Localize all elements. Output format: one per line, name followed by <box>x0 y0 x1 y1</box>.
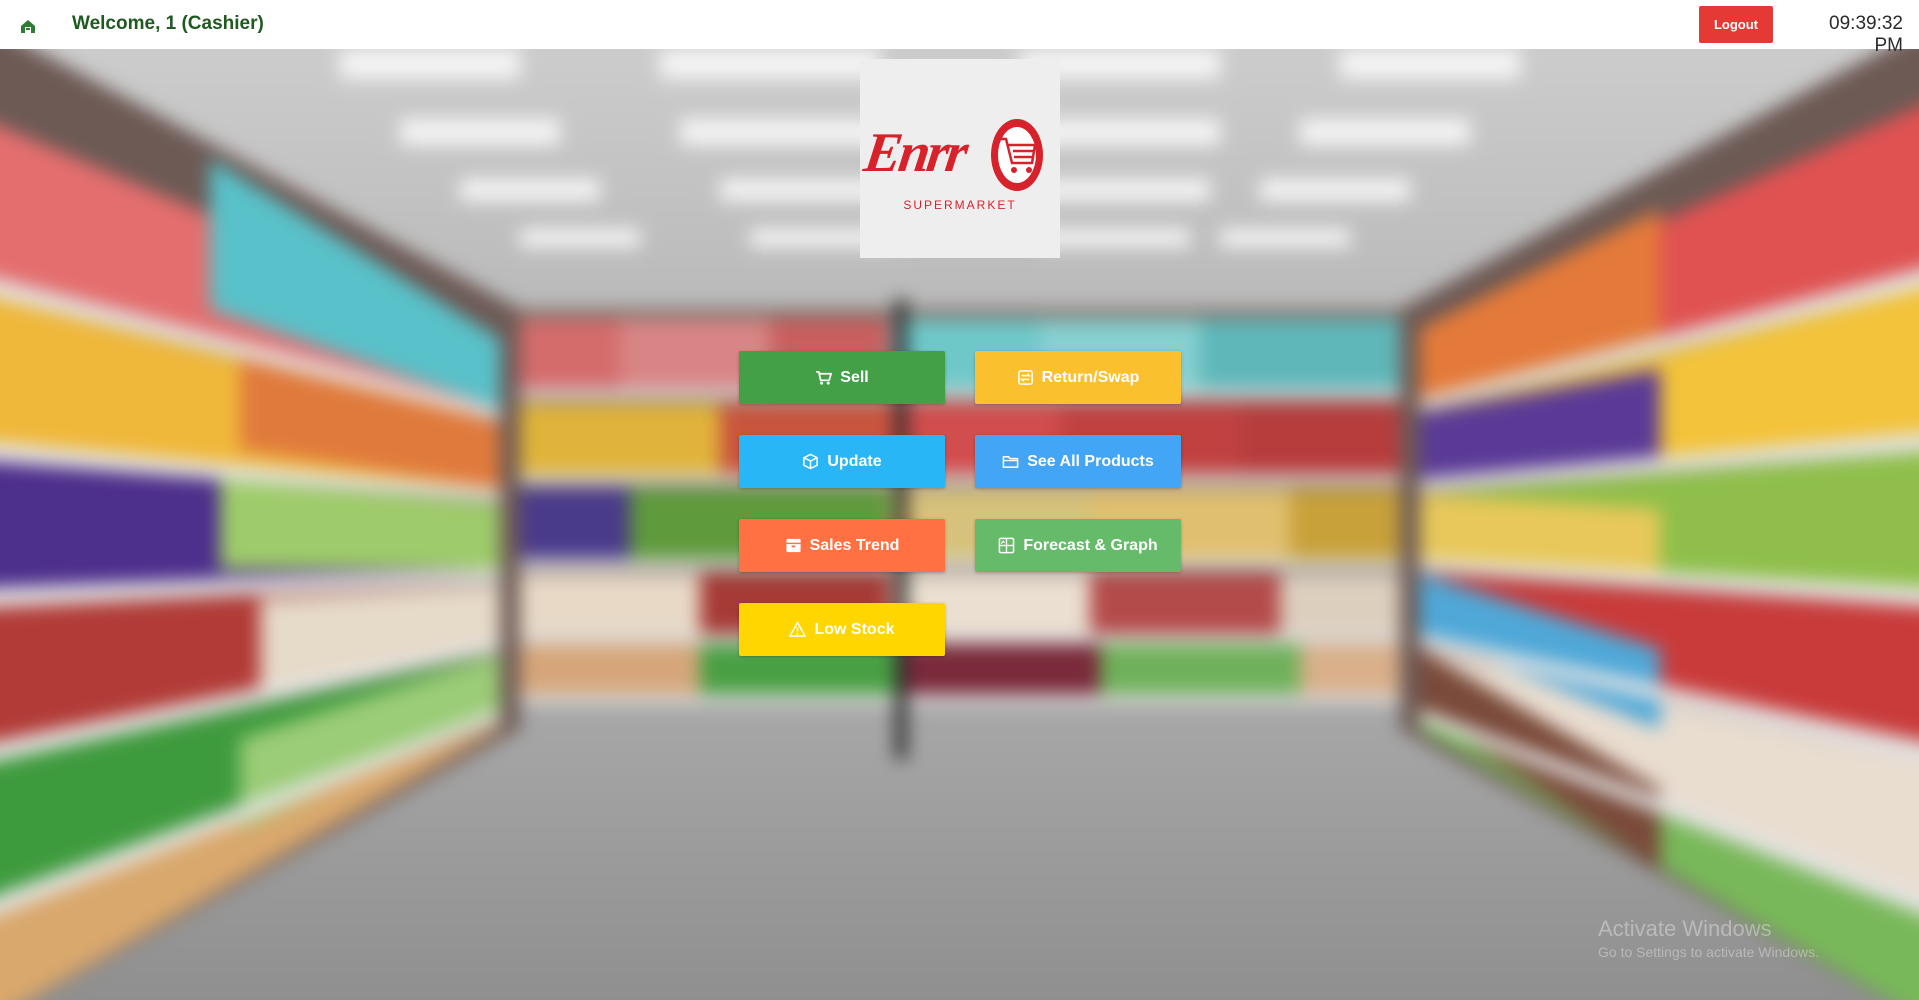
warning-icon <box>789 621 807 637</box>
box-icon <box>803 453 819 470</box>
store-logo-subtitle: SUPERMARKET <box>903 198 1017 212</box>
activate-windows-watermark: Activate Windows Go to Settings to activ… <box>1598 916 1819 960</box>
see-all-products-label: See All Products <box>1027 452 1154 470</box>
return-swap-label: Return/Swap <box>1041 368 1140 386</box>
update-label: Update <box>827 452 882 470</box>
watermark-subtitle: Go to Settings to activate Windows. <box>1598 944 1819 960</box>
sell-label: Sell <box>840 368 869 386</box>
watermark-title: Activate Windows <box>1598 916 1772 941</box>
svg-text:Enrr: Enrr <box>860 122 973 184</box>
folder-icon <box>1002 456 1019 468</box>
forecast-graph-label: Forecast & Graph <box>1023 536 1158 554</box>
welcome-message: Welcome, 1 (Cashier) <box>72 13 264 34</box>
see-all-products-button[interactable]: See All Products <box>975 435 1181 488</box>
store-logo: Enrr SUPERMARKET <box>860 59 1060 258</box>
sales-trend-label: Sales Trend <box>809 536 900 554</box>
return-swap-button[interactable]: Return/Swap <box>975 351 1181 404</box>
top-bar: Welcome, 1 (Cashier) Logout 09:39:32 PM <box>0 0 1919 56</box>
forecast-graph-button[interactable]: Forecast & Graph <box>975 519 1181 572</box>
chart-grid-icon <box>999 537 1015 554</box>
cart-icon <box>816 370 833 385</box>
sales-trend-button[interactable]: Sales Trend <box>739 519 945 572</box>
update-button[interactable]: Update <box>739 435 945 488</box>
archive-icon <box>785 538 801 553</box>
home-icon[interactable] <box>20 18 36 34</box>
logout-button[interactable]: Logout <box>1699 6 1773 43</box>
store-logo-graphic: Enrr <box>860 119 1043 191</box>
swap-icon <box>1017 370 1033 385</box>
low-stock-button[interactable]: Low Stock <box>739 603 945 656</box>
low-stock-label: Low Stock <box>814 620 895 638</box>
clock: 09:39:32 PM <box>1829 13 1903 56</box>
sell-button[interactable]: Sell <box>739 351 945 404</box>
